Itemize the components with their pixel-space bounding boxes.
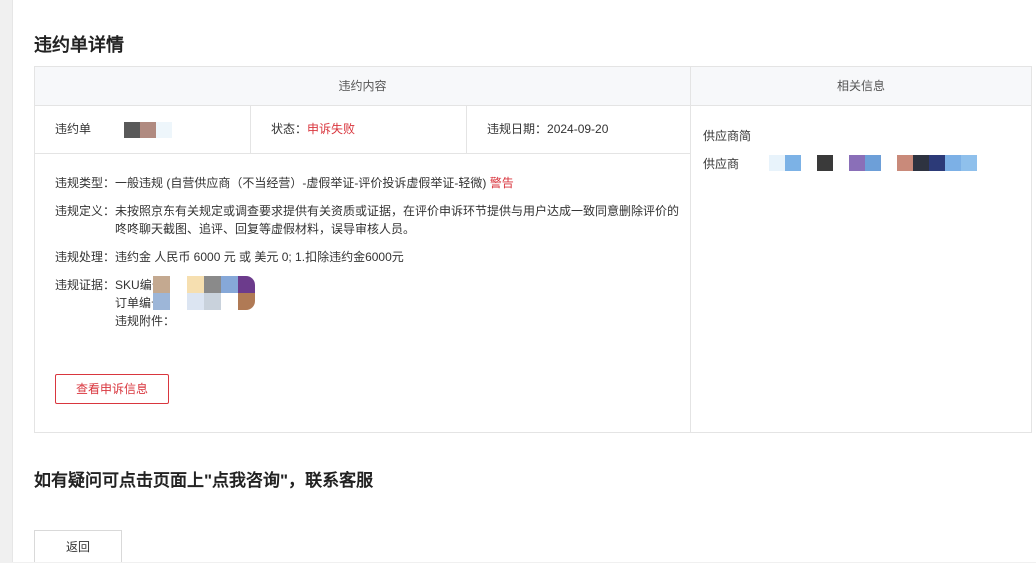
date-label: 违规日期： xyxy=(487,122,548,136)
summary-row: 违约单 状态：申诉失败 违规日期：2024-09-20 xyxy=(35,106,690,154)
violation-handling: 违规处理： 违约金 人民币 6000 元 或 美元 0; 1.扣除违约金6000… xyxy=(55,248,680,266)
back-button[interactable]: 返回 xyxy=(34,530,122,562)
violation-definition: 违规定义： 未按照京东有关规定或调查要求提供有关资质或证据，在评价申诉环节提供与… xyxy=(55,202,680,238)
redacted-supplier-name xyxy=(769,155,978,171)
related-info-header: 相关信息 xyxy=(691,67,1031,106)
view-appeal-button[interactable]: 查看申诉信息 xyxy=(55,374,169,404)
supplier-short-name: 供应商简 xyxy=(703,126,1019,144)
violation-content-column: 违约内容 违约单 状态：申诉失败 违规日期：2024-09-20 违规类型： 一… xyxy=(35,67,691,432)
violation-evidence: 违规证据： SKU编号 订单编号 违规附件： xyxy=(55,276,680,330)
supplier-name: 供应商 xyxy=(703,154,1019,172)
type-value: 一般违规 (自营供应商（不当经营）-虚假举证-评价投诉虚假举证-轻微) xyxy=(115,176,487,190)
related-info-column: 相关信息 供应商简 供应商 xyxy=(691,67,1031,432)
violation-content-header: 违约内容 xyxy=(35,67,690,106)
definition-value: 未按照京东有关规定或调查要求提供有关资质或证据，在评价申诉环节提供与用户达成一致… xyxy=(115,204,680,236)
order-cell: 违约单 xyxy=(35,106,251,153)
warning-badge: 警告 xyxy=(489,176,514,190)
evidence-attachment: 违规附件： xyxy=(115,314,176,328)
date-value: 2024-09-20 xyxy=(547,122,609,136)
redacted-order-number xyxy=(108,121,173,138)
definition-label: 违规定义： xyxy=(55,204,116,218)
status-cell: 状态：申诉失败 xyxy=(251,106,467,153)
help-tip: 如有疑问可点击页面上"点我咨询"，联系客服 xyxy=(34,471,374,490)
redacted-evidence-image xyxy=(153,276,256,310)
page-container: 违约单详情 违约内容 违约单 状态：申诉失败 违规日期：2024-09-20 违… xyxy=(12,0,1036,562)
violation-type: 违规类型： 一般违规 (自营供应商（不当经营）-虚假举证-评价投诉虚假举证-轻微… xyxy=(55,174,680,192)
date-cell: 违规日期：2024-09-20 xyxy=(467,106,690,153)
supplier-label: 供应商 xyxy=(703,156,740,171)
handling-label: 违规处理： xyxy=(55,250,116,264)
handling-value: 违约金 人民币 6000 元 或 美元 0; 1.扣除违约金6000元 xyxy=(115,250,404,264)
detail-table: 违约内容 违约单 状态：申诉失败 违规日期：2024-09-20 违规类型： 一… xyxy=(34,66,1032,433)
status-badge: 申诉失败 xyxy=(307,122,356,136)
page-title: 违约单详情 xyxy=(34,35,124,55)
violation-detail: 违规类型： 一般违规 (自营供应商（不当经营）-虚假举证-评价投诉虚假举证-轻微… xyxy=(35,154,690,330)
evidence-label: 违规证据： xyxy=(55,278,116,292)
order-label: 违约单 xyxy=(55,122,92,136)
status-label: 状态： xyxy=(271,122,308,136)
type-label: 违规类型： xyxy=(55,176,116,190)
related-info-body: 供应商简 供应商 xyxy=(691,106,1031,202)
supplier-short-label: 供应商简 xyxy=(703,128,752,143)
